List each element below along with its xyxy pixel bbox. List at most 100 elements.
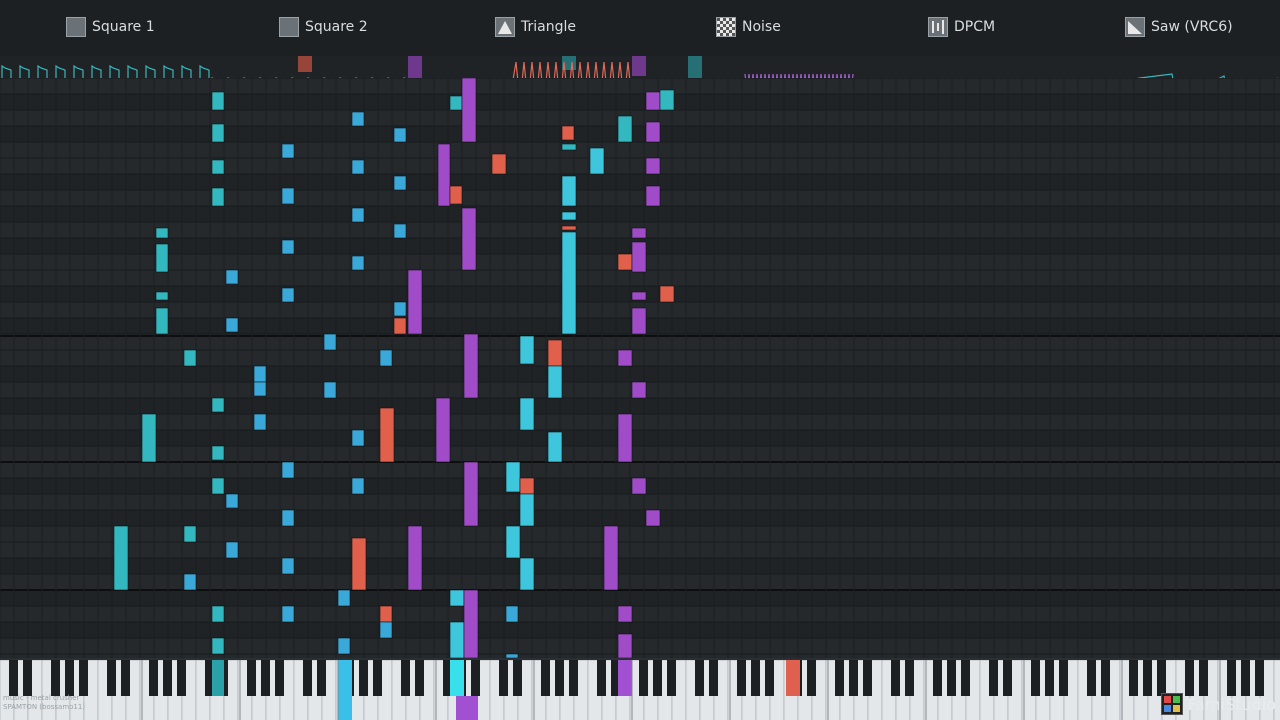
black-key (667, 660, 676, 696)
channel-header-bar: Square 1 Square 2 Triangle Noise DPCM Sa… (0, 0, 1280, 56)
black-key (65, 660, 74, 696)
note-block (519, 397, 535, 431)
note-block (183, 525, 197, 543)
note-block (561, 211, 577, 221)
note-block (281, 239, 295, 255)
note-block (211, 187, 225, 207)
black-key (765, 660, 774, 696)
note-block (659, 285, 675, 303)
note-block (281, 287, 295, 303)
channel-saw-vrc6[interactable]: Saw (VRC6) (1125, 16, 1233, 38)
note-block (631, 307, 647, 335)
note-block (393, 317, 407, 335)
black-key (961, 660, 970, 696)
black-key (1157, 660, 1166, 696)
note-block (688, 56, 702, 78)
note-block (211, 477, 225, 495)
song-credits: music - metal crusher SPAMTON (bossamo11… (3, 694, 85, 712)
note-block (393, 175, 407, 191)
note-block (281, 557, 295, 575)
note-block (379, 621, 393, 639)
black-key (1031, 660, 1040, 696)
note-block (603, 525, 619, 591)
channel-dpcm[interactable]: DPCM (928, 16, 995, 38)
note-block (211, 91, 225, 111)
black-key (709, 660, 718, 696)
black-key (653, 660, 662, 696)
note-block (631, 241, 647, 273)
note-block (505, 605, 519, 623)
note-block (211, 123, 225, 143)
black-key (499, 660, 508, 696)
note-block (351, 255, 365, 271)
black-key (261, 660, 270, 696)
note-block (463, 333, 479, 399)
black-key (1255, 660, 1264, 696)
black-key (359, 660, 368, 696)
black-key (1199, 660, 1208, 696)
note-block (505, 461, 521, 493)
note-block (225, 541, 239, 559)
channel-noise[interactable]: Noise (716, 16, 781, 38)
black-key (1129, 660, 1138, 696)
black-key (471, 660, 480, 696)
black-key (1101, 660, 1110, 696)
black-key (317, 660, 326, 696)
note-block (225, 317, 239, 333)
channel-triangle[interactable]: Triangle (495, 16, 576, 38)
dpcm-icon (928, 17, 948, 37)
note-block (645, 185, 661, 207)
note-block (281, 187, 295, 205)
black-key (1059, 660, 1068, 696)
channel-label: Saw (VRC6) (1151, 19, 1233, 35)
saw-wave-icon (1125, 17, 1145, 37)
note-block (323, 381, 337, 399)
note-block (449, 621, 465, 658)
note-block (183, 349, 197, 367)
triangle-wave-icon (495, 17, 515, 37)
black-key (905, 660, 914, 696)
note-block (631, 477, 647, 495)
note-block (449, 95, 463, 111)
black-key (835, 660, 844, 696)
note-block (281, 605, 295, 623)
note-block (547, 365, 563, 399)
channel-square-2[interactable]: Square 2 (279, 16, 368, 38)
note-block (645, 509, 661, 527)
note-block (547, 339, 563, 367)
note-block (351, 477, 365, 495)
black-key (121, 660, 130, 696)
note-block (449, 589, 465, 607)
note-block (463, 589, 479, 658)
note-block (631, 381, 647, 399)
note-block (645, 121, 661, 143)
active-key (338, 660, 352, 720)
note-block (437, 143, 451, 207)
famistudio-logo-icon (1161, 693, 1184, 715)
black-key (275, 660, 284, 696)
black-key (597, 660, 606, 696)
black-key (569, 660, 578, 696)
note-block (155, 291, 169, 301)
black-key (79, 660, 88, 696)
logo-text: FamiStudio (1187, 694, 1276, 714)
note-block (519, 477, 535, 495)
credit-line-title: music - metal crusher (3, 694, 80, 702)
channel-square-1[interactable]: Square 1 (66, 16, 155, 38)
note-block (589, 147, 605, 175)
note-block (211, 637, 225, 655)
note-block (298, 56, 312, 72)
channel-label: Square 1 (92, 19, 155, 35)
channel-label: Triangle (521, 19, 576, 35)
note-block (379, 349, 393, 367)
note-block (407, 525, 423, 591)
piano-roll (0, 78, 1280, 658)
black-key (1087, 660, 1096, 696)
note-block (393, 127, 407, 143)
active-key (618, 660, 632, 696)
square-wave-icon (279, 17, 299, 37)
note-block (225, 493, 239, 509)
black-key (1003, 660, 1012, 696)
note-block (225, 269, 239, 285)
note-block (617, 253, 633, 271)
